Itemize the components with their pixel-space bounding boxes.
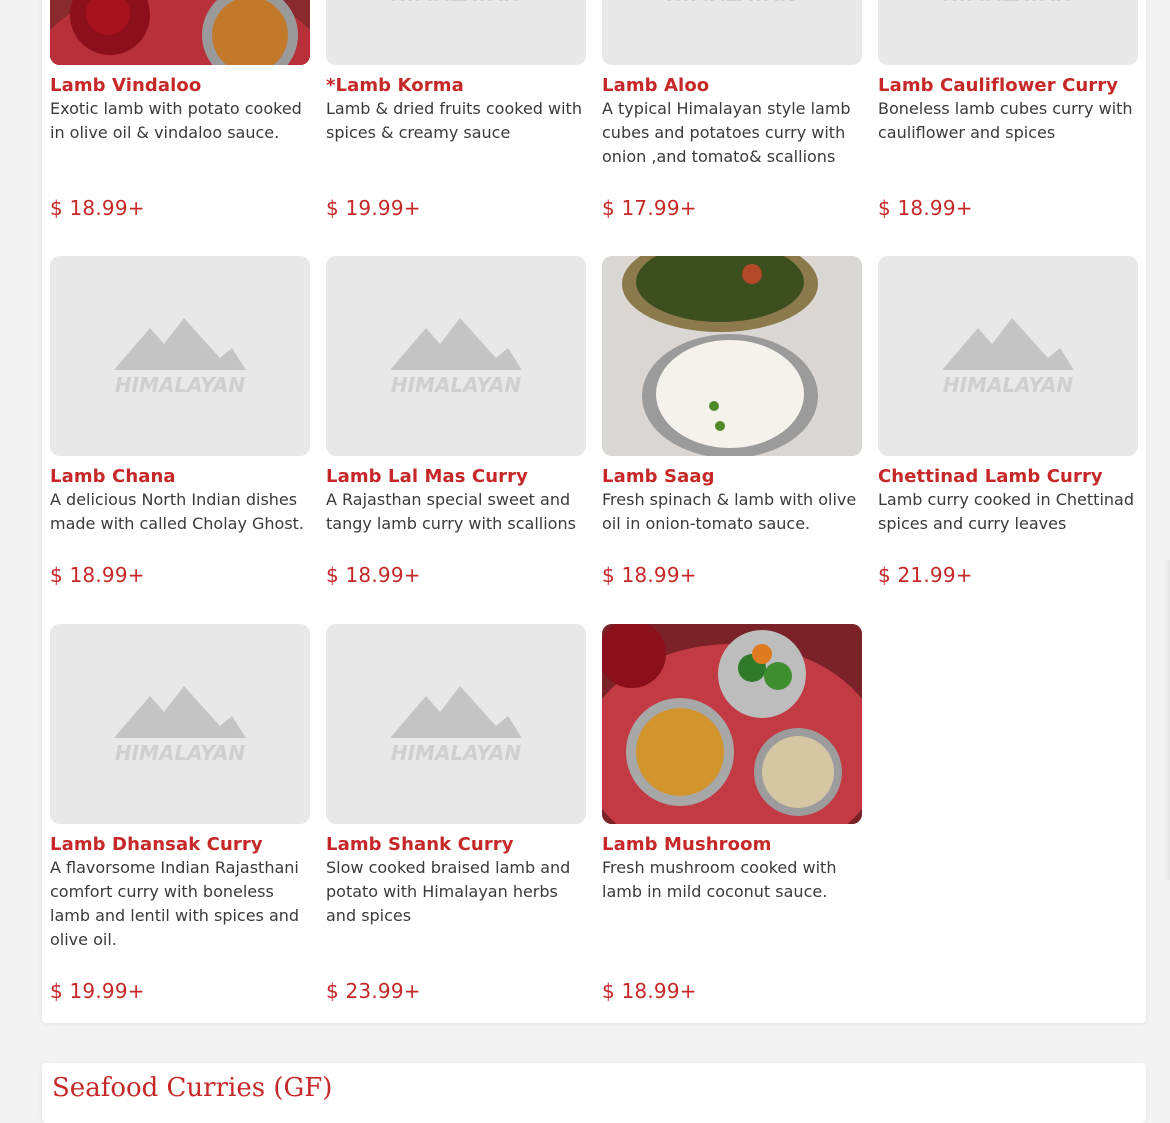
mountain-logo-icon: HIMALAYAN bbox=[114, 318, 246, 397]
mountain-logo-icon: HIMALAYAN bbox=[942, 318, 1074, 397]
dish-price: $ 18.99+ bbox=[602, 979, 697, 1003]
currency-symbol: $ bbox=[326, 196, 339, 220]
dish-photo bbox=[50, 0, 310, 65]
currency-symbol: $ bbox=[50, 979, 63, 1003]
currency-symbol: $ bbox=[602, 979, 615, 1003]
currency-symbol: $ bbox=[50, 196, 63, 220]
dish-price: $ 18.99+ bbox=[50, 196, 145, 220]
dish-description: Fresh mushroom cooked with lamb in mild … bbox=[602, 858, 837, 901]
currency-symbol: $ bbox=[602, 196, 615, 220]
price-value: 18.99+ bbox=[69, 563, 145, 587]
currency-symbol: $ bbox=[326, 979, 339, 1003]
dish-price: $ 21.99+ bbox=[878, 563, 973, 587]
price-value: 19.99+ bbox=[69, 979, 145, 1003]
svg-text:HIMALAYAN: HIMALAYAN bbox=[391, 741, 522, 765]
currency-symbol: $ bbox=[602, 563, 615, 587]
price-value: 18.99+ bbox=[897, 196, 973, 220]
himalayan-placeholder-image: HIMALAYAN bbox=[326, 256, 586, 456]
menu-section-lamb: Lamb Vindaloo Exotic lamb with potato co… bbox=[42, 0, 1146, 1023]
currency-symbol: $ bbox=[878, 196, 891, 220]
dish-price: $ 19.99+ bbox=[326, 196, 421, 220]
section-title: Seafood Curries (GF) bbox=[52, 1073, 333, 1103]
dish-description: Boneless lamb cubes curry with cauliflow… bbox=[878, 99, 1133, 142]
svg-text:HIMALAYAN: HIMALAYAN bbox=[943, 373, 1074, 397]
price-value: 18.99+ bbox=[621, 563, 697, 587]
dish-title: Lamb Lal Mas Curry bbox=[326, 466, 528, 487]
himalayan-placeholder-image: HIMALAYAN bbox=[326, 0, 586, 65]
dish-title: Chettinad Lamb Curry bbox=[878, 466, 1103, 487]
dish-price: $ 18.99+ bbox=[602, 563, 697, 587]
dish-description: Fresh spinach & lamb with olive oil in o… bbox=[602, 490, 857, 533]
currency-symbol: $ bbox=[326, 563, 339, 587]
svg-text:HIMALAYAN: HIMALAYAN bbox=[391, 373, 522, 397]
svg-text:HIMALAYAN: HIMALAYAN bbox=[391, 0, 522, 6]
dish-price: $ 18.99+ bbox=[326, 563, 421, 587]
mountain-logo-icon: HIMALAYAN bbox=[667, 0, 798, 6]
dish-title: Lamb Shank Curry bbox=[326, 834, 514, 855]
price-value: 18.99+ bbox=[621, 979, 697, 1003]
price-value: 21.99+ bbox=[897, 563, 973, 587]
dish-title: Lamb Vindaloo bbox=[50, 75, 202, 96]
dish-title: Lamb Aloo bbox=[602, 75, 710, 96]
himalayan-placeholder-image: HIMALAYAN bbox=[50, 624, 310, 824]
dish-description: Lamb & dried fruits cooked with spices &… bbox=[326, 99, 582, 142]
price-value: 18.99+ bbox=[345, 563, 421, 587]
dish-description: A flavorsome Indian Rajasthani comfort c… bbox=[50, 858, 300, 949]
currency-symbol: $ bbox=[50, 563, 63, 587]
svg-text:HIMALAYAN: HIMALAYAN bbox=[115, 741, 246, 765]
side-drawer-edge bbox=[1164, 560, 1170, 880]
svg-text:HIMALAYAN: HIMALAYAN bbox=[943, 0, 1074, 6]
dish-title: Lamb Mushroom bbox=[602, 834, 772, 855]
dish-title: Lamb Saag bbox=[602, 466, 715, 487]
himalayan-placeholder-image: HIMALAYAN bbox=[878, 256, 1138, 456]
dish-title: Lamb Cauliflower Curry bbox=[878, 75, 1119, 96]
dish-description: Lamb curry cooked in Chettinad spices an… bbox=[878, 490, 1134, 533]
dish-price: $ 19.99+ bbox=[50, 979, 145, 1003]
price-value: 19.99+ bbox=[345, 196, 421, 220]
dish-price: $ 23.99+ bbox=[326, 979, 421, 1003]
menu-section-seafood: Seafood Curries (GF) bbox=[42, 1063, 1146, 1123]
mountain-logo-icon: HIMALAYAN bbox=[943, 0, 1074, 6]
mountain-logo-icon: HIMALAYAN bbox=[390, 686, 522, 765]
price-value: 17.99+ bbox=[621, 196, 697, 220]
dish-price: $ 18.99+ bbox=[878, 196, 973, 220]
mountain-logo-icon: HIMALAYAN bbox=[391, 0, 522, 6]
dish-description: A Rajasthan special sweet and tangy lamb… bbox=[326, 490, 576, 533]
himalayan-placeholder-image: HIMALAYAN bbox=[50, 256, 310, 456]
svg-text:HIMALAYAN: HIMALAYAN bbox=[115, 373, 246, 397]
svg-text:HIMALAYAN: HIMALAYAN bbox=[667, 0, 798, 6]
dish-photo bbox=[602, 624, 862, 824]
dish-description: A delicious North Indian dishes made wit… bbox=[50, 490, 305, 533]
himalayan-placeholder-image: HIMALAYAN bbox=[602, 0, 862, 65]
price-value: 23.99+ bbox=[345, 979, 421, 1003]
dish-title: *Lamb Korma bbox=[326, 75, 464, 96]
himalayan-placeholder-image: HIMALAYAN bbox=[878, 0, 1138, 65]
himalayan-placeholder-image: HIMALAYAN bbox=[326, 624, 586, 824]
dish-photo bbox=[602, 256, 862, 456]
mountain-logo-icon: HIMALAYAN bbox=[390, 318, 522, 397]
currency-symbol: $ bbox=[878, 563, 891, 587]
dish-description: Exotic lamb with potato cooked in olive … bbox=[50, 99, 302, 142]
dish-price: $ 17.99+ bbox=[602, 196, 697, 220]
dish-title: Lamb Chana bbox=[50, 466, 176, 487]
dish-description: A typical Himalayan style lamb cubes and… bbox=[602, 99, 851, 166]
mountain-logo-icon: HIMALAYAN bbox=[114, 686, 246, 765]
dish-title: Lamb Dhansak Curry bbox=[50, 834, 263, 855]
dish-description: Slow cooked braised lamb and potato with… bbox=[326, 858, 571, 925]
price-value: 18.99+ bbox=[69, 196, 145, 220]
dish-price: $ 18.99+ bbox=[50, 563, 145, 587]
